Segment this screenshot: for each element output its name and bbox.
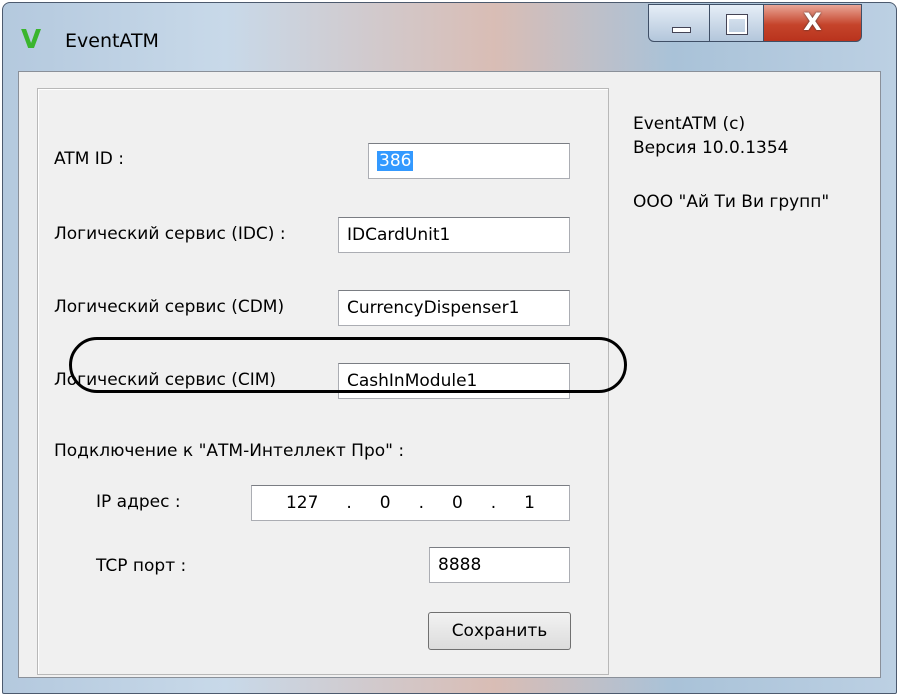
ip-octet-2[interactable]: 0 [380,486,391,520]
minimize-icon [672,27,691,33]
idc-label: Логический сервис (IDC) : [54,224,286,244]
ip-octet-4[interactable]: 1 [524,486,535,520]
tcp-port-label: TCP порт : [96,556,187,576]
minimize-button[interactable] [648,4,710,42]
window-title: EventATM [65,30,159,52]
ip-octet-3[interactable]: 0 [452,486,463,520]
save-button[interactable]: Сохранить [428,612,571,650]
window: V EventATM X ATM ID : 386 Логический сер… [2,2,897,694]
cdm-label: Логический сервис (CDM) [54,297,285,317]
about-company: ООО "Ай Ти Ви групп" [633,192,830,212]
idc-input[interactable]: IDCardUnit1 [338,217,570,253]
tcp-port-input[interactable]: 8888 [429,547,570,583]
ip-octet-1[interactable]: 127 [286,486,318,520]
ip-address-input[interactable]: 127 . 0 . 0 . 1 [251,485,570,521]
cdm-highlight-ellipse [69,337,627,393]
app-v-icon: V [21,25,42,55]
window-controls: X [648,4,862,42]
atm-id-label: ATM ID : [54,149,125,169]
cdm-input[interactable]: CurrencyDispenser1 [338,290,570,326]
ip-dot: . [418,493,424,513]
about-product: EventATM (c) [633,114,746,134]
atm-id-value: 386 [377,151,414,171]
close-icon: X [803,8,822,36]
maximize-button[interactable] [710,4,764,42]
ip-dot: . [490,493,497,513]
connection-label: Подключение к "АТМ-Интеллект Про" : [54,441,405,461]
ip-dot: . [346,493,352,513]
client-area: ATM ID : 386 Логический сервис (IDC) : I… [18,71,881,678]
close-button[interactable]: X [764,4,862,42]
maximize-icon [726,14,748,35]
ip-label: IP адрес : [96,492,181,512]
about-version: Версия 10.0.1354 [633,138,789,158]
title-bar[interactable]: V EventATM X [3,3,896,73]
atm-id-input[interactable]: 386 [368,143,570,179]
